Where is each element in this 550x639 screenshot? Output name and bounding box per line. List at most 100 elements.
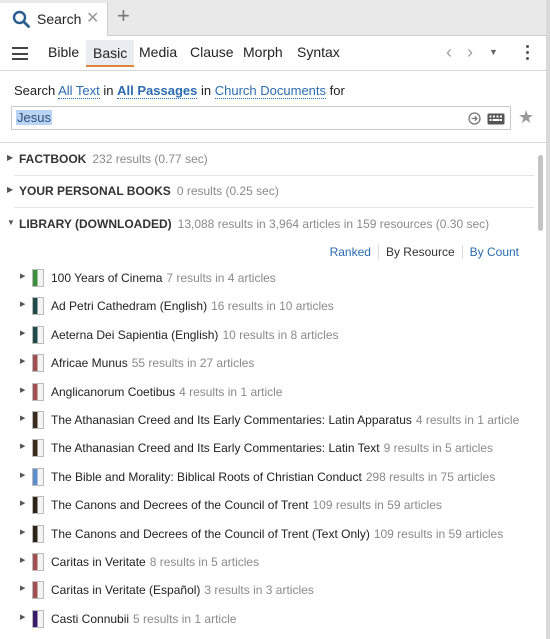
resource-title-link[interactable]: Anglicanorum Coetibus 4 results in 1 arti… bbox=[51, 385, 282, 399]
resource-title-link[interactable]: Aeterna Dei Sapientia (English) 10 result… bbox=[51, 328, 339, 342]
search-input[interactable]: Jesus bbox=[11, 106, 511, 130]
expand-caret-icon[interactable]: ▶ bbox=[20, 386, 25, 394]
result-row[interactable]: ▶ Caritas in Veritate (Español) 3 results … bbox=[0, 575, 534, 603]
resource-title[interactable]: Casti Connubii bbox=[51, 612, 129, 626]
collapse-caret-icon[interactable]: ▼ bbox=[7, 218, 15, 227]
book-cover-icon bbox=[32, 467, 44, 486]
back-arrow-icon[interactable]: ‹ bbox=[446, 42, 452, 63]
result-row[interactable]: ▶ The Canons and Decrees of the Council o… bbox=[0, 519, 534, 547]
result-row[interactable]: ▶ Caritas in Veritate 8 results in 5 artic… bbox=[0, 547, 534, 575]
resource-title-link[interactable]: Caritas in Veritate 8 results in 5 articl… bbox=[51, 555, 259, 569]
group-library[interactable]: ▼ LIBRARY (DOWNLOADED) 13,088 results in … bbox=[0, 214, 534, 236]
resource-title[interactable]: The Bible and Morality: Biblical Roots o… bbox=[51, 470, 362, 484]
resource-title-link[interactable]: Casti Connubii 5 results in 1 article bbox=[51, 612, 236, 626]
expand-caret-icon[interactable]: ▶ bbox=[20, 414, 25, 422]
result-row[interactable]: ▶ The Canons and Decrees of the Council o… bbox=[0, 490, 534, 518]
tab-search[interactable]: Search ✕ bbox=[0, 0, 108, 37]
expand-caret-icon[interactable]: ▶ bbox=[20, 499, 25, 507]
result-row[interactable]: ▶ Ad Petri Cathedram (English) 16 results … bbox=[0, 291, 534, 319]
window-edge bbox=[546, 0, 550, 639]
expand-caret-icon[interactable]: ▶ bbox=[20, 556, 25, 564]
sort-by-count[interactable]: By Count bbox=[463, 245, 526, 259]
resource-title[interactable]: Aeterna Dei Sapientia (English) bbox=[51, 328, 218, 342]
resource-title-link[interactable]: The Canons and Decrees of the Council of… bbox=[51, 527, 503, 541]
book-cover-icon bbox=[32, 269, 44, 287]
book-cover-icon bbox=[32, 524, 44, 543]
resource-title[interactable]: The Canons and Decrees of the Council of… bbox=[51, 498, 308, 512]
tab-bible[interactable]: Bible bbox=[48, 44, 79, 60]
tab-clause[interactable]: Clause bbox=[190, 44, 234, 60]
resource-title[interactable]: 100 Years of Cinema bbox=[51, 271, 162, 285]
forward-arrow-icon[interactable]: › bbox=[467, 42, 473, 63]
book-cover-icon bbox=[32, 496, 44, 515]
result-row[interactable]: ▶ The Bible and Morality: Biblical Roots … bbox=[0, 462, 534, 490]
in-label: in bbox=[103, 83, 114, 98]
menu-icon[interactable] bbox=[12, 47, 28, 60]
search-query-text[interactable]: Jesus bbox=[16, 110, 52, 125]
result-row[interactable]: ▶ The Athanasian Creed and Its Early Comm… bbox=[0, 405, 534, 433]
expand-caret-icon[interactable]: ▶ bbox=[7, 153, 13, 162]
resource-title[interactable]: Africae Munus bbox=[51, 356, 128, 370]
resource-title[interactable]: Caritas in Veritate bbox=[51, 555, 146, 569]
resource-title[interactable]: The Canons and Decrees of the Council of… bbox=[51, 527, 370, 541]
divider bbox=[14, 175, 534, 176]
result-count: 8 results in 5 articles bbox=[149, 555, 260, 569]
expand-caret-icon[interactable]: ▶ bbox=[20, 272, 25, 280]
expand-caret-icon[interactable]: ▶ bbox=[20, 613, 25, 621]
collection-selector[interactable]: Church Documents bbox=[214, 83, 327, 99]
expand-caret-icon[interactable]: ▶ bbox=[20, 442, 25, 450]
tab-syntax[interactable]: Syntax bbox=[297, 44, 340, 60]
new-tab-icon[interactable]: + bbox=[117, 4, 130, 28]
resource-title[interactable]: Anglicanorum Coetibus bbox=[51, 385, 175, 399]
sort-ranked[interactable]: Ranked bbox=[323, 245, 379, 259]
resource-title[interactable]: Caritas in Veritate (Español) bbox=[51, 583, 200, 597]
resource-title[interactable]: The Athanasian Creed and Its Early Comme… bbox=[51, 441, 380, 455]
expand-caret-icon[interactable]: ▶ bbox=[7, 185, 13, 194]
history-dropdown-icon[interactable]: ▼ bbox=[489, 47, 498, 57]
result-row[interactable]: ▶ Anglicanorum Coetibus 4 results in 1 art… bbox=[0, 377, 534, 405]
result-row[interactable]: ▶ The Athanasian Creed and Its Early Comm… bbox=[0, 433, 534, 461]
resource-title[interactable]: The Athanasian Creed and Its Early Comme… bbox=[51, 413, 412, 427]
book-cover-icon bbox=[32, 609, 44, 628]
tab-morph[interactable]: Morph bbox=[243, 44, 283, 60]
tab-media[interactable]: Media bbox=[139, 44, 177, 60]
favorite-star-icon[interactable]: ★ bbox=[518, 107, 534, 128]
resource-title-link[interactable]: The Athanasian Creed and Its Early Comme… bbox=[51, 441, 493, 455]
resource-title-link[interactable]: Caritas in Veritate (Español) 3 results i… bbox=[51, 583, 314, 597]
result-row[interactable]: ▶ Africae Munus 55 results in 27 articles bbox=[0, 348, 534, 376]
search-icon bbox=[12, 10, 30, 28]
field-selector[interactable]: All Text bbox=[58, 83, 100, 99]
expand-caret-icon[interactable]: ▶ bbox=[20, 528, 25, 536]
resource-title-link[interactable]: Africae Munus 55 results in 27 articles bbox=[51, 356, 254, 370]
expand-caret-icon[interactable]: ▶ bbox=[20, 584, 25, 592]
group-personal-books[interactable]: ▶ YOUR PERSONAL BOOKS 0 results (0.25 sec… bbox=[0, 181, 534, 203]
keyboard-icon[interactable] bbox=[487, 113, 505, 125]
more-options-icon[interactable] bbox=[526, 45, 530, 63]
for-label: for bbox=[329, 83, 345, 98]
expand-caret-icon[interactable]: ▶ bbox=[20, 300, 25, 308]
scrollbar-thumb[interactable] bbox=[538, 155, 543, 231]
result-count: 109 results in 59 articles bbox=[312, 498, 442, 513]
result-row[interactable]: ▶ Aeterna Dei Sapientia (English) 10 resul… bbox=[0, 320, 534, 348]
result-row[interactable]: ▶ Casti Connubii 5 results in 1 article bbox=[0, 604, 534, 632]
expand-caret-icon[interactable]: ▶ bbox=[20, 471, 25, 479]
go-icon[interactable] bbox=[468, 112, 481, 125]
resource-title-link[interactable]: Ad Petri Cathedram (English) 16 results i… bbox=[51, 299, 334, 313]
resource-title-link[interactable]: The Athanasian Creed and Its Early Comme… bbox=[51, 413, 519, 427]
search-scope-line: Search All Text in All Passages in Churc… bbox=[14, 83, 345, 99]
passage-scope-selector[interactable]: All Passages bbox=[117, 83, 198, 99]
group-factbook[interactable]: ▶ FACTBOOK 232 results (0.77 sec) bbox=[0, 149, 534, 171]
sort-by-resource[interactable]: By Resource bbox=[379, 245, 463, 259]
sort-options: Ranked By Resource By Count bbox=[323, 245, 526, 263]
resource-title-link[interactable]: The Bible and Morality: Biblical Roots o… bbox=[51, 470, 495, 484]
result-row[interactable]: ▶ 100 Years of Cinema 7 results in 4 artic… bbox=[0, 263, 534, 291]
result-count: 55 results in 27 articles bbox=[131, 356, 255, 371]
tab-basic[interactable]: Basic bbox=[86, 40, 135, 67]
close-icon[interactable]: ✕ bbox=[86, 8, 99, 28]
resource-title-link[interactable]: 100 Years of Cinema 7 results in 4 articl… bbox=[51, 271, 276, 285]
book-cover-icon bbox=[32, 382, 44, 401]
expand-caret-icon[interactable]: ▶ bbox=[20, 329, 25, 337]
resource-title[interactable]: Ad Petri Cathedram (English) bbox=[51, 299, 207, 313]
expand-caret-icon[interactable]: ▶ bbox=[20, 357, 25, 365]
resource-title-link[interactable]: The Canons and Decrees of the Council of… bbox=[51, 498, 442, 512]
